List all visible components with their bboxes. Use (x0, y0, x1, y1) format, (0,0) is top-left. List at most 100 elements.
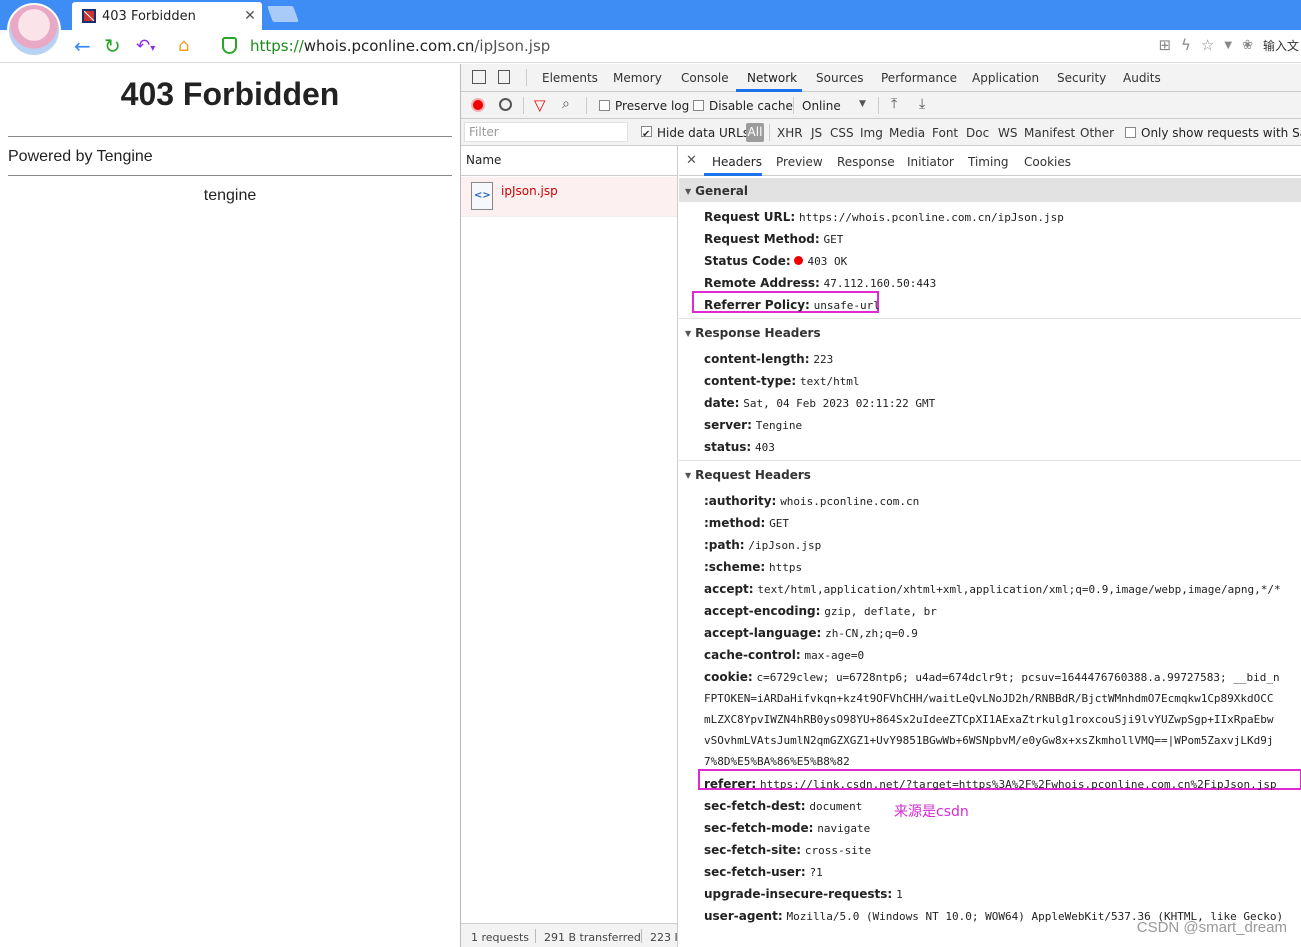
paw-icon[interactable]: ❀ (1242, 38, 1253, 53)
tab-initiator[interactable]: Initiator (907, 155, 954, 169)
header-key: cache-control: (704, 648, 801, 662)
header-row: date: Sat, 04 Feb 2023 02:11:22 GMT (704, 396, 935, 410)
avatar[interactable] (7, 3, 61, 57)
header-key: Referrer Policy: (704, 298, 810, 312)
clear-icon[interactable] (499, 98, 512, 111)
tab-sources[interactable]: Sources (816, 71, 863, 85)
cookie-continuation: FPTOKEN=iARDaHifvkqn+kz4t9OFVhCHH/waitLe… (704, 692, 1274, 705)
header-row: accept: text/html,application/xhtml+xml,… (704, 582, 1281, 596)
tab-security[interactable]: Security (1057, 71, 1106, 85)
header-value: GET (823, 233, 844, 246)
header-value: zh-CN,zh;q=0.9 (825, 627, 918, 640)
preserve-log-label: Preserve log (615, 99, 690, 113)
header-row: sec-fetch-site: cross-site (704, 843, 871, 857)
tab-performance[interactable]: Performance (881, 71, 957, 85)
filter-media[interactable]: Media (889, 126, 925, 140)
inspect-icon[interactable] (472, 70, 486, 84)
tab-response[interactable]: Response (837, 155, 895, 169)
new-tab-button[interactable] (267, 6, 299, 22)
back-arrow-icon[interactable]: ← (74, 35, 91, 57)
header-value: 223 (813, 353, 834, 366)
watermark: CSDN @smart_dream (1136, 919, 1287, 936)
hide-data-urls-checkbox[interactable]: Hide data URLs (641, 126, 749, 140)
header-key: accept: (704, 582, 754, 596)
general-section-header[interactable]: General (679, 178, 1301, 202)
filter-manifest[interactable]: Manifest (1024, 126, 1075, 140)
tab-network[interactable]: Network (747, 71, 797, 85)
undo-icon[interactable]: ↶▾ (136, 35, 155, 57)
annotation-text: 来源是csdn (894, 804, 969, 820)
filter-doc[interactable]: Doc (966, 126, 989, 140)
upload-icon[interactable]: ⤒ (891, 96, 897, 112)
header-value: text/html,application/xhtml+xml,applicat… (757, 583, 1281, 596)
reload-icon[interactable]: ↻ (104, 35, 121, 57)
devtools-panel: Elements Memory Console Network Sources … (460, 64, 1301, 947)
request-row[interactable]: ipJson.jsp (461, 177, 677, 217)
tab-audits[interactable]: Audits (1123, 71, 1161, 85)
header-row: content-type: text/html (704, 374, 860, 388)
bolt-icon[interactable]: ϟ (1181, 36, 1191, 54)
record-icon[interactable] (471, 98, 485, 112)
filter-js[interactable]: JS (811, 126, 822, 140)
separator (586, 97, 587, 114)
ime-label[interactable]: 输入文 (1263, 37, 1299, 54)
preserve-log-checkbox[interactable]: Preserve log (599, 99, 689, 113)
filter-font[interactable]: Font (932, 126, 958, 140)
filter-img[interactable]: Img (860, 126, 883, 140)
filter-all-button[interactable]: All (746, 123, 764, 142)
tab-timing[interactable]: Timing (968, 155, 1009, 169)
header-key: upgrade-insecure-requests: (704, 887, 893, 901)
cookie-continuation: mLZXC8YpvIWZN4hRB0ysO98YU+864Sx2uIdeeZTC… (704, 713, 1274, 726)
header-key: date: (704, 396, 740, 410)
device-toolbar-icon[interactable] (498, 70, 510, 84)
filter-other[interactable]: Other (1080, 126, 1114, 140)
tab-cookies[interactable]: Cookies (1024, 155, 1071, 169)
name-column-header[interactable]: Name (461, 146, 677, 176)
request-headers-section-header[interactable]: Request Headers (679, 462, 1301, 486)
header-value: whois.pconline.com.cn (780, 495, 920, 508)
home-icon[interactable]: ⌂ (178, 35, 189, 57)
header-row: Referrer Policy: unsafe-url (704, 298, 880, 312)
tab-preview[interactable]: Preview (776, 155, 823, 169)
close-tab-icon[interactable]: ✕ (238, 8, 262, 24)
header-key: Request URL: (704, 210, 796, 224)
throttle-select[interactable]: Online ▼ (802, 99, 866, 113)
header-row: cache-control: max-age=0 (704, 648, 864, 662)
url-field[interactable]: https://whois.pconline.com.cn/ipJson.jsp (250, 37, 550, 55)
only-same-site-checkbox[interactable]: Only show requests with Same (1125, 126, 1301, 140)
tab-memory[interactable]: Memory (613, 71, 662, 85)
tab-elements[interactable]: Elements (542, 71, 598, 85)
hide-data-urls-label: Hide data URLs (657, 126, 750, 140)
request-name: ipJson.jsp (501, 184, 558, 198)
header-key: cookie: (704, 670, 753, 684)
tab-headers[interactable]: Headers (712, 155, 762, 169)
browser-tab[interactable]: 403 Forbidden ✕ (72, 2, 262, 30)
separator (526, 69, 527, 86)
filter-xhr[interactable]: XHR (777, 126, 803, 140)
filter-css[interactable]: CSS (830, 126, 854, 140)
header-key: server: (704, 418, 752, 432)
tab-console[interactable]: Console (681, 71, 729, 85)
chevron-down-icon[interactable]: ▼ (1224, 40, 1232, 51)
tab-application[interactable]: Application (972, 71, 1039, 85)
header-key: :method: (704, 516, 766, 530)
filter-input[interactable]: Filter (464, 122, 628, 142)
download-icon[interactable]: ⤓ (919, 96, 925, 112)
header-value: https://link.csdn.net/?target=https%3A%2… (760, 778, 1277, 791)
qr-icon[interactable]: ⊞ (1158, 36, 1171, 54)
filter-icon[interactable]: ▽ (534, 96, 546, 114)
search-icon[interactable]: ⌕ (562, 96, 570, 112)
filter-ws[interactable]: WS (998, 126, 1017, 140)
header-value: c=6729clew; u=6728ntp6; u4ad=674dclr9t; … (756, 671, 1280, 684)
response-headers-section-header[interactable]: Response Headers (679, 320, 1301, 344)
star-icon[interactable]: ☆ (1201, 36, 1214, 54)
disable-cache-checkbox[interactable]: Disable cache (693, 99, 793, 113)
network-status-bar: 1 requests 291 B transferred 223 I (461, 923, 678, 947)
close-icon[interactable]: ✕ (686, 153, 697, 168)
header-key: content-length: (704, 352, 810, 366)
separator (878, 97, 879, 114)
url-scheme: https:// (250, 37, 304, 55)
network-toolbar: ▽ ⌕ Preserve log Disable cache Online ▼ ⤒… (461, 92, 1301, 119)
divider (679, 460, 1301, 461)
tab-title: 403 Forbidden (102, 8, 196, 24)
